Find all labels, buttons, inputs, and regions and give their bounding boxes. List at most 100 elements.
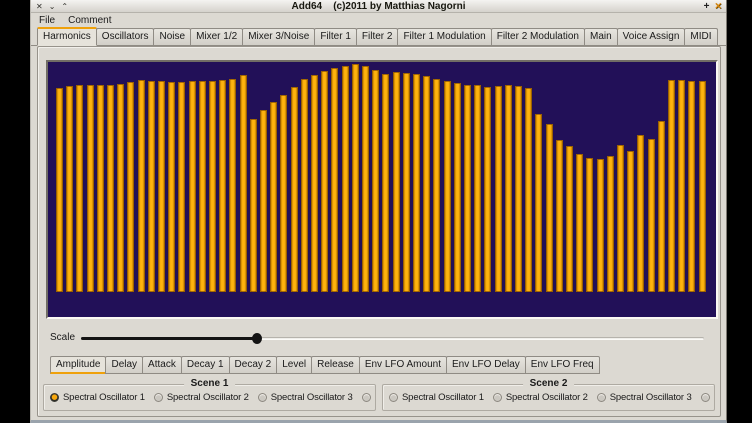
harmonic-bar-41[interactable] [464, 85, 471, 292]
harmonic-bar-9[interactable] [138, 80, 145, 292]
harmonic-bar-39[interactable] [444, 81, 451, 292]
harmonic-bar-17[interactable] [219, 80, 226, 292]
harmonic-bar-11[interactable] [158, 81, 165, 292]
tab-midi[interactable]: MIDI [684, 28, 717, 45]
harmonic-bar-46[interactable] [515, 86, 522, 292]
harmonic-bar-10[interactable] [148, 81, 155, 292]
harmonic-bar-64[interactable] [699, 81, 706, 292]
tab-mixer-3-noise[interactable]: Mixer 3/Noise [242, 28, 315, 45]
harmonic-bar-51[interactable] [566, 146, 573, 292]
radio-scene2-noise[interactable]: Noise [701, 392, 710, 403]
harmonic-bar-33[interactable] [382, 74, 389, 292]
harmonic-bar-14[interactable] [189, 81, 196, 292]
harmonic-bar-37[interactable] [423, 76, 430, 292]
harmonic-bar-6[interactable] [107, 85, 114, 292]
harmonic-bar-50[interactable] [556, 140, 563, 292]
tab-filter-1[interactable]: Filter 1 [314, 28, 357, 45]
harmonic-bar-8[interactable] [127, 82, 134, 292]
tab-oscillators[interactable]: Oscillators [96, 28, 155, 45]
harmonic-bar-31[interactable] [362, 66, 369, 292]
tab-filter-1-modulation[interactable]: Filter 1 Modulation [397, 28, 491, 45]
tab-noise[interactable]: Noise [153, 28, 191, 45]
harmonic-bar-29[interactable] [342, 66, 349, 292]
harmonic-bar-43[interactable] [484, 87, 491, 292]
tab-harmonics[interactable]: Harmonics [37, 27, 97, 46]
tab-mixer-1-2[interactable]: Mixer 1/2 [190, 28, 243, 45]
tab-delay[interactable]: Delay [105, 356, 143, 374]
harmonic-bar-5[interactable] [97, 85, 104, 292]
scale-slider[interactable] [81, 330, 704, 346]
harmonic-bar-12[interactable] [168, 82, 175, 292]
harmonic-bar-47[interactable] [525, 88, 532, 292]
harmonic-bar-48[interactable] [535, 114, 542, 292]
harmonic-bar-42[interactable] [474, 85, 481, 292]
tab-decay-1[interactable]: Decay 1 [181, 356, 230, 374]
harmonic-bar-2[interactable] [66, 86, 73, 292]
tab-voice-assign[interactable]: Voice Assign [617, 28, 686, 45]
harmonic-bar-61[interactable] [668, 80, 675, 292]
harmonic-bar-57[interactable] [627, 151, 634, 292]
harmonics-bar-canvas[interactable] [46, 60, 718, 319]
tab-amplitude[interactable]: Amplitude [50, 356, 106, 374]
titlebar[interactable]: ✕⌄⌃ Add64 (c)2011 by Matthias Nagorni +✕ [31, 0, 726, 13]
harmonic-bar-23[interactable] [280, 95, 287, 292]
slider-handle[interactable] [252, 333, 262, 344]
harmonic-bar-16[interactable] [209, 81, 216, 292]
harmonic-bar-49[interactable] [546, 124, 553, 292]
radio-scene2-spectral-oscillator-2[interactable]: Spectral Oscillator 2 [493, 392, 588, 403]
harmonic-bar-32[interactable] [372, 70, 379, 292]
harmonic-bar-60[interactable] [658, 121, 665, 292]
menu-file[interactable]: File [39, 15, 55, 26]
harmonic-bar-38[interactable] [433, 79, 440, 292]
tab-env-lfo-delay[interactable]: Env LFO Delay [446, 356, 526, 374]
harmonic-bar-13[interactable] [178, 82, 185, 292]
radio-scene1-spectral-oscillator-3[interactable]: Spectral Oscillator 3 [258, 392, 353, 403]
harmonic-bar-53[interactable] [586, 158, 593, 292]
harmonic-bar-19[interactable] [240, 75, 247, 292]
radio-scene1-spectral-oscillator-2[interactable]: Spectral Oscillator 2 [154, 392, 249, 403]
menu-comment[interactable]: Comment [68, 15, 111, 26]
harmonic-bar-28[interactable] [331, 68, 338, 292]
plus-icon[interactable]: + [704, 2, 710, 12]
tab-env-lfo-amount[interactable]: Env LFO Amount [359, 356, 447, 374]
app-close-icon[interactable]: ✕ [714, 2, 722, 11]
harmonic-bar-34[interactable] [393, 72, 400, 292]
harmonic-bar-1[interactable] [56, 88, 63, 292]
tab-env-lfo-freq[interactable]: Env LFO Freq [525, 356, 600, 374]
tab-level[interactable]: Level [276, 356, 312, 374]
harmonic-bar-18[interactable] [229, 79, 236, 292]
harmonic-bar-25[interactable] [301, 79, 308, 292]
harmonic-bar-36[interactable] [413, 74, 420, 292]
harmonic-bar-3[interactable] [76, 85, 83, 292]
radio-scene2-spectral-oscillator-1[interactable]: Spectral Oscillator 1 [389, 392, 484, 403]
radio-scene1-noise[interactable]: Noise [362, 392, 371, 403]
harmonic-bar-26[interactable] [311, 75, 318, 292]
harmonic-bar-22[interactable] [270, 102, 277, 292]
harmonic-bar-45[interactable] [505, 85, 512, 292]
harmonic-bar-30[interactable] [352, 64, 359, 292]
harmonic-bar-21[interactable] [260, 110, 267, 292]
harmonic-bar-44[interactable] [495, 86, 502, 292]
tab-filter-2[interactable]: Filter 2 [356, 28, 399, 45]
harmonic-bar-24[interactable] [291, 87, 298, 292]
radio-scene1-spectral-oscillator-1[interactable]: Spectral Oscillator 1 [50, 392, 145, 403]
harmonic-bar-62[interactable] [678, 80, 685, 292]
tab-main[interactable]: Main [584, 28, 618, 45]
harmonic-bar-4[interactable] [87, 85, 94, 292]
tab-filter-2-modulation[interactable]: Filter 2 Modulation [491, 28, 585, 45]
radio-scene2-spectral-oscillator-3[interactable]: Spectral Oscillator 3 [597, 392, 692, 403]
harmonic-bar-56[interactable] [617, 145, 624, 292]
harmonic-bar-59[interactable] [648, 139, 655, 292]
harmonic-bar-20[interactable] [250, 119, 257, 292]
tab-decay-2[interactable]: Decay 2 [229, 356, 278, 374]
harmonic-bar-63[interactable] [688, 81, 695, 292]
harmonic-bar-7[interactable] [117, 84, 124, 292]
harmonic-bar-35[interactable] [403, 73, 410, 292]
harmonic-bar-52[interactable] [576, 154, 583, 292]
harmonic-bar-54[interactable] [597, 159, 604, 292]
harmonic-bar-40[interactable] [454, 83, 461, 292]
harmonic-bar-58[interactable] [637, 135, 644, 292]
harmonic-bar-15[interactable] [199, 81, 206, 292]
harmonic-bar-27[interactable] [321, 71, 328, 292]
tab-release[interactable]: Release [311, 356, 360, 374]
